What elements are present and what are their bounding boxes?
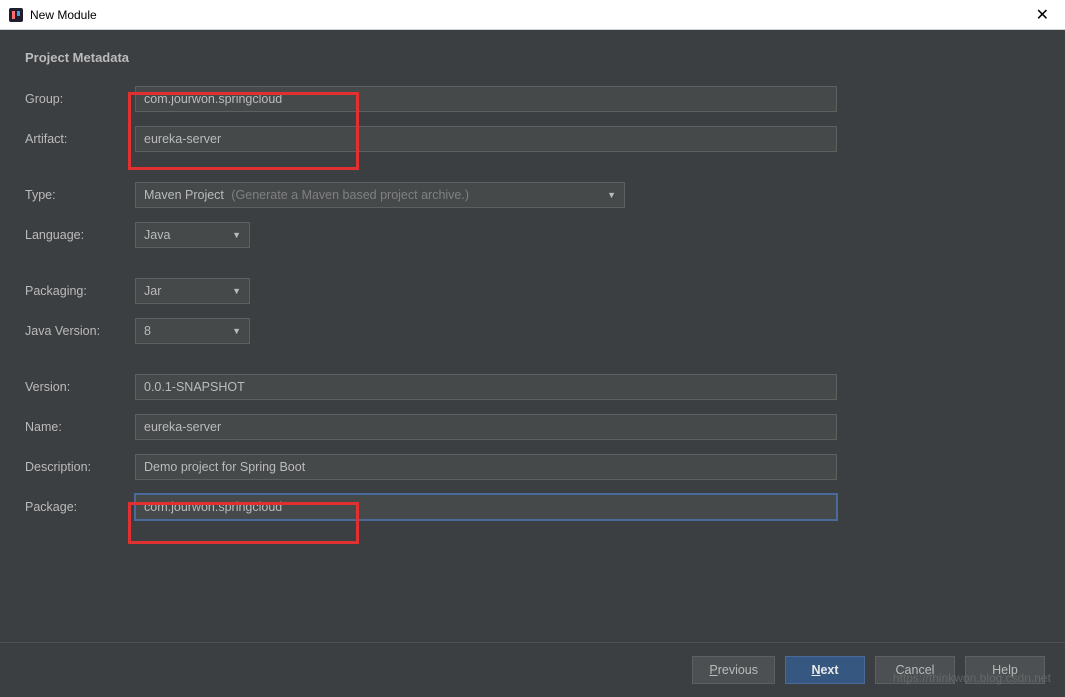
packaging-value: Jar [144, 284, 161, 298]
row-language: Language: Java ▼ [25, 221, 1040, 249]
section-title: Project Metadata [25, 50, 1040, 65]
type-combo-text: Maven Project (Generate a Maven based pr… [144, 188, 469, 202]
label-description: Description: [25, 460, 135, 474]
chevron-down-icon: ▼ [232, 326, 241, 336]
label-packaging: Packaging: [25, 284, 135, 298]
content-area: Project Metadata Group: Artifact: Type: … [0, 30, 1065, 642]
next-button[interactable]: NextNext [785, 656, 865, 684]
row-artifact: Artifact: [25, 125, 1040, 153]
type-hint: (Generate a Maven based project archive.… [231, 188, 469, 202]
label-group: Group: [25, 92, 135, 106]
version-input[interactable] [135, 374, 837, 400]
row-name: Name: [25, 413, 1040, 441]
titlebar: New Module ✕ [0, 0, 1065, 30]
name-input[interactable] [135, 414, 837, 440]
description-input[interactable] [135, 454, 837, 480]
java-version-combo[interactable]: 8 ▼ [135, 318, 250, 344]
type-combo[interactable]: Maven Project (Generate a Maven based pr… [135, 182, 625, 208]
window-title: New Module [30, 8, 1028, 22]
row-package: Package: [25, 493, 1040, 521]
language-value: Java [144, 228, 170, 242]
label-name: Name: [25, 420, 135, 434]
cancel-button[interactable]: Cancel [875, 656, 955, 684]
chevron-down-icon: ▼ [232, 286, 241, 296]
row-description: Description: [25, 453, 1040, 481]
row-type: Type: Maven Project (Generate a Maven ba… [25, 181, 1040, 209]
row-group: Group: [25, 85, 1040, 113]
row-packaging: Packaging: Jar ▼ [25, 277, 1040, 305]
label-type: Type: [25, 188, 135, 202]
chevron-down-icon: ▼ [232, 230, 241, 240]
row-java-version: Java Version: 8 ▼ [25, 317, 1040, 345]
help-button[interactable]: Help [965, 656, 1045, 684]
chevron-down-icon: ▼ [607, 190, 616, 200]
label-artifact: Artifact: [25, 132, 135, 146]
close-icon[interactable]: ✕ [1028, 5, 1057, 25]
artifact-input[interactable] [135, 126, 837, 152]
packaging-combo[interactable]: Jar ▼ [135, 278, 250, 304]
label-version: Version: [25, 380, 135, 394]
row-version: Version: [25, 373, 1040, 401]
label-language: Language: [25, 228, 135, 242]
type-value: Maven Project [144, 188, 224, 202]
previous-button[interactable]: PPreviousrevious [692, 656, 775, 684]
footer: PPreviousrevious NextNext Cancel Help [0, 642, 1065, 697]
language-combo[interactable]: Java ▼ [135, 222, 250, 248]
java-version-value: 8 [144, 324, 151, 338]
package-input[interactable] [135, 494, 837, 520]
app-icon [8, 7, 24, 23]
label-package: Package: [25, 500, 135, 514]
label-java-version: Java Version: [25, 324, 135, 338]
group-input[interactable] [135, 86, 837, 112]
